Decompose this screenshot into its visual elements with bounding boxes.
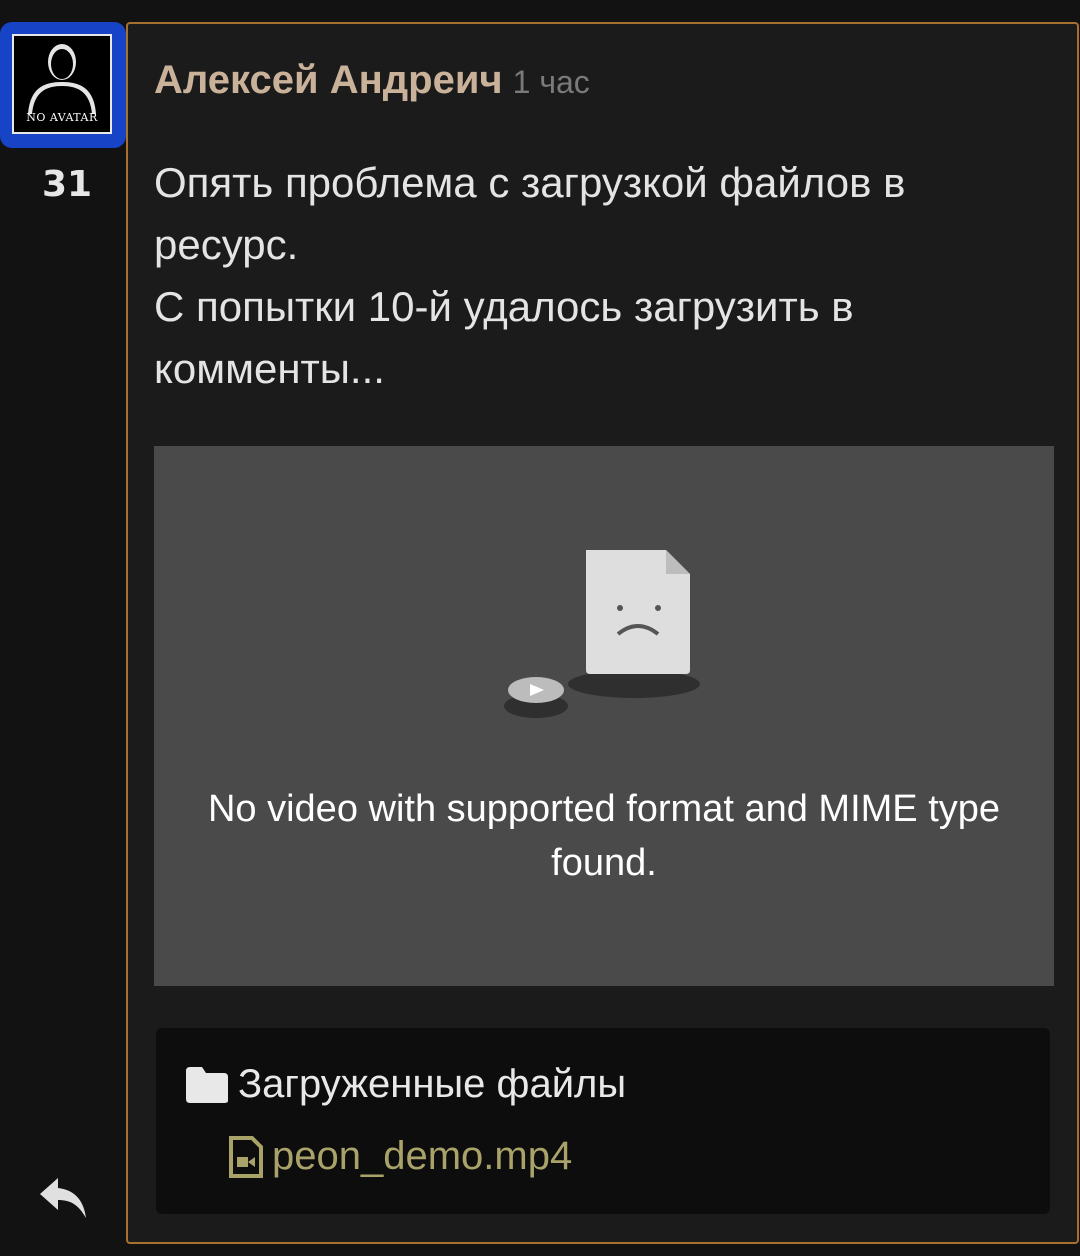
folder-icon — [186, 1066, 228, 1103]
file-link[interactable]: peon_demo.mp4 — [228, 1134, 572, 1179]
avatar-label: NO AVATAR — [26, 111, 98, 124]
comment-body: Опять проблема с загрузкой файлов в ресу… — [154, 152, 1054, 400]
comment-header: Алексей Андреич 1 час — [154, 58, 590, 103]
comment-line: С попытки 10-й удалось загрузить в комме… — [154, 283, 854, 392]
sad-file-icon — [504, 550, 700, 718]
avatar[interactable]: NO AVATAR — [0, 22, 126, 148]
user-silhouette-icon — [28, 44, 96, 114]
uploaded-files-panel: Загруженные файлы peon_demo.mp4 — [156, 1028, 1050, 1214]
video-file-icon — [229, 1135, 263, 1178]
comment-time: 1 час — [512, 64, 590, 100]
uploaded-files-label: Загруженные файлы — [238, 1062, 627, 1106]
comment-line: Опять проблема с загрузкой файлов в ресу… — [154, 159, 906, 268]
left-rail: NO AVATAR 31 — [0, 0, 126, 1256]
avatar-image: NO AVATAR — [12, 34, 112, 134]
video-error-message: No video with supported format and MIME … — [207, 788, 1001, 884]
video-player[interactable]: No video with supported format and MIME … — [154, 446, 1054, 986]
rating-score: 31 — [42, 164, 93, 205]
file-name[interactable]: peon_demo.mp4 — [272, 1134, 572, 1179]
reply-icon[interactable] — [38, 1174, 90, 1222]
uploaded-files-title: Загруженные файлы — [184, 1062, 626, 1107]
author-name[interactable]: Алексей Андреич — [154, 58, 503, 102]
comment-card: Алексей Андреич 1 час Опять проблема с за… — [126, 22, 1079, 1244]
